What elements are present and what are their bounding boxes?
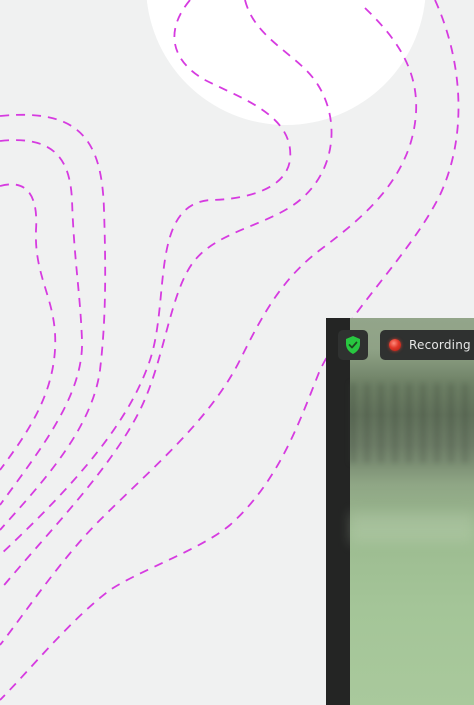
- video-window[interactable]: [326, 318, 474, 705]
- contour-line-5: [0, 0, 333, 591]
- recording-label: Recording: [409, 338, 471, 352]
- contour-line-1: [0, 183, 57, 471]
- video-feed: [350, 318, 474, 705]
- contour-line-3: [0, 113, 107, 531]
- contour-line-2: [0, 139, 83, 506]
- shield-check-icon: [346, 336, 360, 354]
- recording-indicator[interactable]: Recording: [380, 330, 474, 360]
- record-dot-icon: [389, 339, 401, 351]
- contour-line-4: [0, 0, 291, 556]
- video-window-frame: [326, 318, 350, 705]
- security-badge[interactable]: [338, 330, 368, 360]
